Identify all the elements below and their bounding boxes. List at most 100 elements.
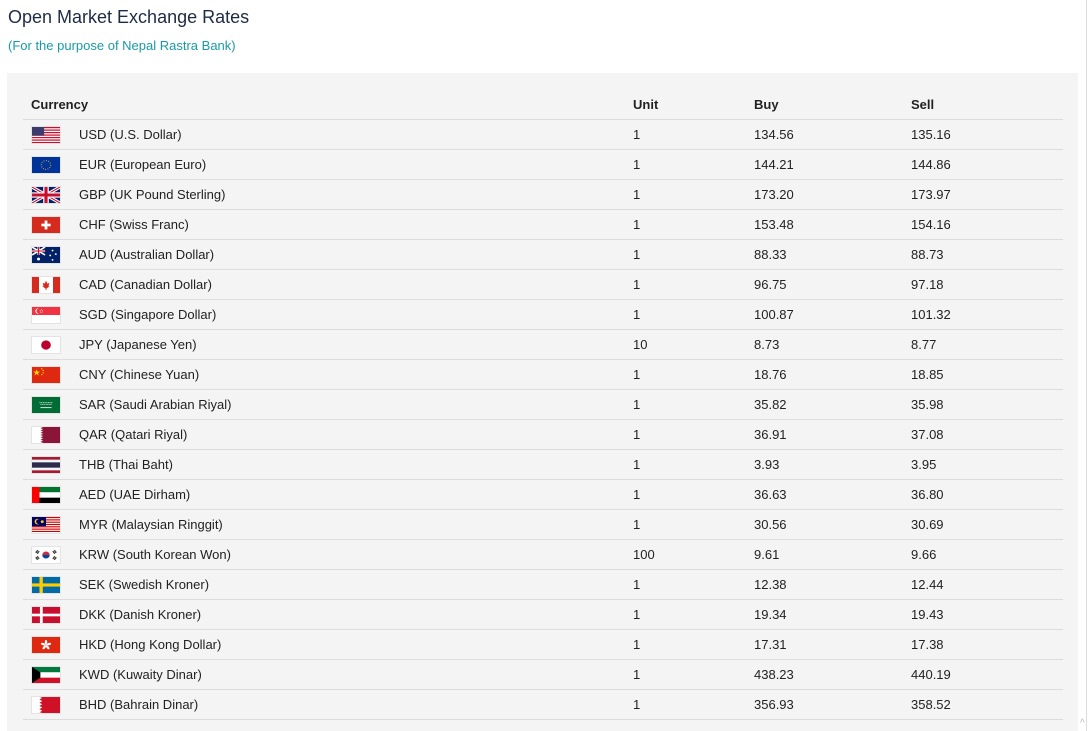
table-row: AUD (Australian Dollar)188.3388.73 <box>23 240 1063 270</box>
unit-cell: 1 <box>633 570 754 600</box>
column-header-buy: Buy <box>754 89 911 120</box>
buy-rate-cell: 144.21 <box>754 150 911 180</box>
buy-rate-cell: 18.76 <box>754 360 911 390</box>
table-row: USD (U.S. Dollar)1134.56135.16 <box>23 120 1063 150</box>
table-row: KRW (South Korean Won)1009.619.66 <box>23 540 1063 570</box>
table-row: DKK (Danish Kroner)119.3419.43 <box>23 600 1063 630</box>
currency-cell: SGD (Singapore Dollar) <box>23 300 633 330</box>
sell-rate-cell: 173.97 <box>911 180 1063 210</box>
thailand-flag-icon <box>31 456 61 474</box>
currency-cell: CAD (Canadian Dollar) <box>23 270 633 300</box>
unit-cell: 100 <box>633 540 754 570</box>
sell-rate-cell: 9.66 <box>911 540 1063 570</box>
table-row: HKD (Hong Kong Dollar) 117.3117.38 <box>23 630 1063 660</box>
currency-name: HKD (Hong Kong Dollar) <box>79 637 221 652</box>
table-row: QAR (Qatari Riyal)136.9137.08 <box>23 420 1063 450</box>
table-row: SEK (Swedish Kroner)112.3812.44 <box>23 570 1063 600</box>
currency-name: DKK (Danish Kroner) <box>79 607 201 622</box>
sell-rate-cell: 17.38 <box>911 630 1063 660</box>
currency-name: SAR (Saudi Arabian Riyal) <box>79 397 231 412</box>
currency-name: CAD (Canadian Dollar) <box>79 277 212 292</box>
buy-rate-cell: 36.63 <box>754 480 911 510</box>
unit-cell: 1 <box>633 690 754 720</box>
exchange-rates-table: Currency Unit Buy Sell USD (U.S. Dollar)… <box>23 89 1063 720</box>
page-title: Open Market Exchange Rates <box>8 7 249 28</box>
korea-flag-icon <box>31 546 61 564</box>
sell-rate-cell: 97.18 <box>911 270 1063 300</box>
currency-cell: CNY (Chinese Yuan) <box>23 360 633 390</box>
currency-cell: BHD (Bahrain Dinar) <box>23 690 633 720</box>
table-row: SAR (Saudi Arabian Riyal)135.8235.98 <box>23 390 1063 420</box>
sell-rate-cell: 30.69 <box>911 510 1063 540</box>
currency-name: AUD (Australian Dollar) <box>79 247 214 262</box>
currency-name: QAR (Qatari Riyal) <box>79 427 187 442</box>
sell-rate-cell: 18.85 <box>911 360 1063 390</box>
currency-name: SEK (Swedish Kroner) <box>79 577 209 592</box>
canada-flag-icon <box>31 276 61 294</box>
buy-rate-cell: 96.75 <box>754 270 911 300</box>
currency-name: GBP (UK Pound Sterling) <box>79 187 225 202</box>
australia-flag-icon <box>31 246 61 264</box>
currency-name: KWD (Kuwaity Dinar) <box>79 667 202 682</box>
currency-name: EUR (European Euro) <box>79 157 206 172</box>
unit-cell: 1 <box>633 300 754 330</box>
exchange-rates-panel: Currency Unit Buy Sell USD (U.S. Dollar)… <box>7 73 1078 731</box>
currency-name: CNY (Chinese Yuan) <box>79 367 199 382</box>
uk-flag-icon <box>31 186 61 204</box>
hongkong-flag-icon <box>31 636 61 654</box>
unit-cell: 1 <box>633 510 754 540</box>
buy-rate-cell: 173.20 <box>754 180 911 210</box>
table-row: BHD (Bahrain Dinar)1356.93358.52 <box>23 690 1063 720</box>
currency-name: AED (UAE Dirham) <box>79 487 190 502</box>
table-row: AED (UAE Dirham)136.6336.80 <box>23 480 1063 510</box>
sell-rate-cell: 19.43 <box>911 600 1063 630</box>
currency-cell: GBP (UK Pound Sterling) <box>23 180 633 210</box>
column-header-currency: Currency <box>23 89 633 120</box>
unit-cell: 1 <box>633 450 754 480</box>
unit-cell: 1 <box>633 210 754 240</box>
sell-rate-cell: 3.95 <box>911 450 1063 480</box>
currency-cell: EUR (European Euro) <box>23 150 633 180</box>
denmark-flag-icon <box>31 606 61 624</box>
currency-cell: KRW (South Korean Won) <box>23 540 633 570</box>
sell-rate-cell: 37.08 <box>911 420 1063 450</box>
page-subtitle: (For the purpose of Nepal Rastra Bank) <box>8 38 236 53</box>
unit-cell: 1 <box>633 600 754 630</box>
column-header-unit: Unit <box>633 89 754 120</box>
swiss-flag-icon <box>31 216 61 234</box>
sell-rate-cell: 35.98 <box>911 390 1063 420</box>
buy-rate-cell: 17.31 <box>754 630 911 660</box>
unit-cell: 1 <box>633 180 754 210</box>
singapore-flag-icon <box>31 306 61 324</box>
currency-cell: JPY (Japanese Yen) <box>23 330 633 360</box>
unit-cell: 1 <box>633 270 754 300</box>
unit-cell: 1 <box>633 660 754 690</box>
scroll-up-caret-icon[interactable]: ^ <box>1080 718 1085 729</box>
buy-rate-cell: 36.91 <box>754 420 911 450</box>
unit-cell: 1 <box>633 480 754 510</box>
unit-cell: 1 <box>633 150 754 180</box>
malaysia-flag-icon <box>31 516 61 534</box>
buy-rate-cell: 356.93 <box>754 690 911 720</box>
currency-cell: SEK (Swedish Kroner) <box>23 570 633 600</box>
unit-cell: 1 <box>633 630 754 660</box>
currency-name: CHF (Swiss Franc) <box>79 217 189 232</box>
currency-cell: AED (UAE Dirham) <box>23 480 633 510</box>
unit-cell: 10 <box>633 330 754 360</box>
sell-rate-cell: 8.77 <box>911 330 1063 360</box>
buy-rate-cell: 134.56 <box>754 120 911 150</box>
buy-rate-cell: 9.61 <box>754 540 911 570</box>
buy-rate-cell: 88.33 <box>754 240 911 270</box>
buy-rate-cell: 30.56 <box>754 510 911 540</box>
table-row: JPY (Japanese Yen)108.738.77 <box>23 330 1063 360</box>
buy-rate-cell: 100.87 <box>754 300 911 330</box>
uae-flag-icon <box>31 486 61 504</box>
currency-name: THB (Thai Baht) <box>79 457 173 472</box>
japan-flag-icon <box>31 336 61 354</box>
unit-cell: 1 <box>633 390 754 420</box>
currency-cell: QAR (Qatari Riyal) <box>23 420 633 450</box>
unit-cell: 1 <box>633 240 754 270</box>
sell-rate-cell: 358.52 <box>911 690 1063 720</box>
unit-cell: 1 <box>633 120 754 150</box>
sell-rate-cell: 154.16 <box>911 210 1063 240</box>
